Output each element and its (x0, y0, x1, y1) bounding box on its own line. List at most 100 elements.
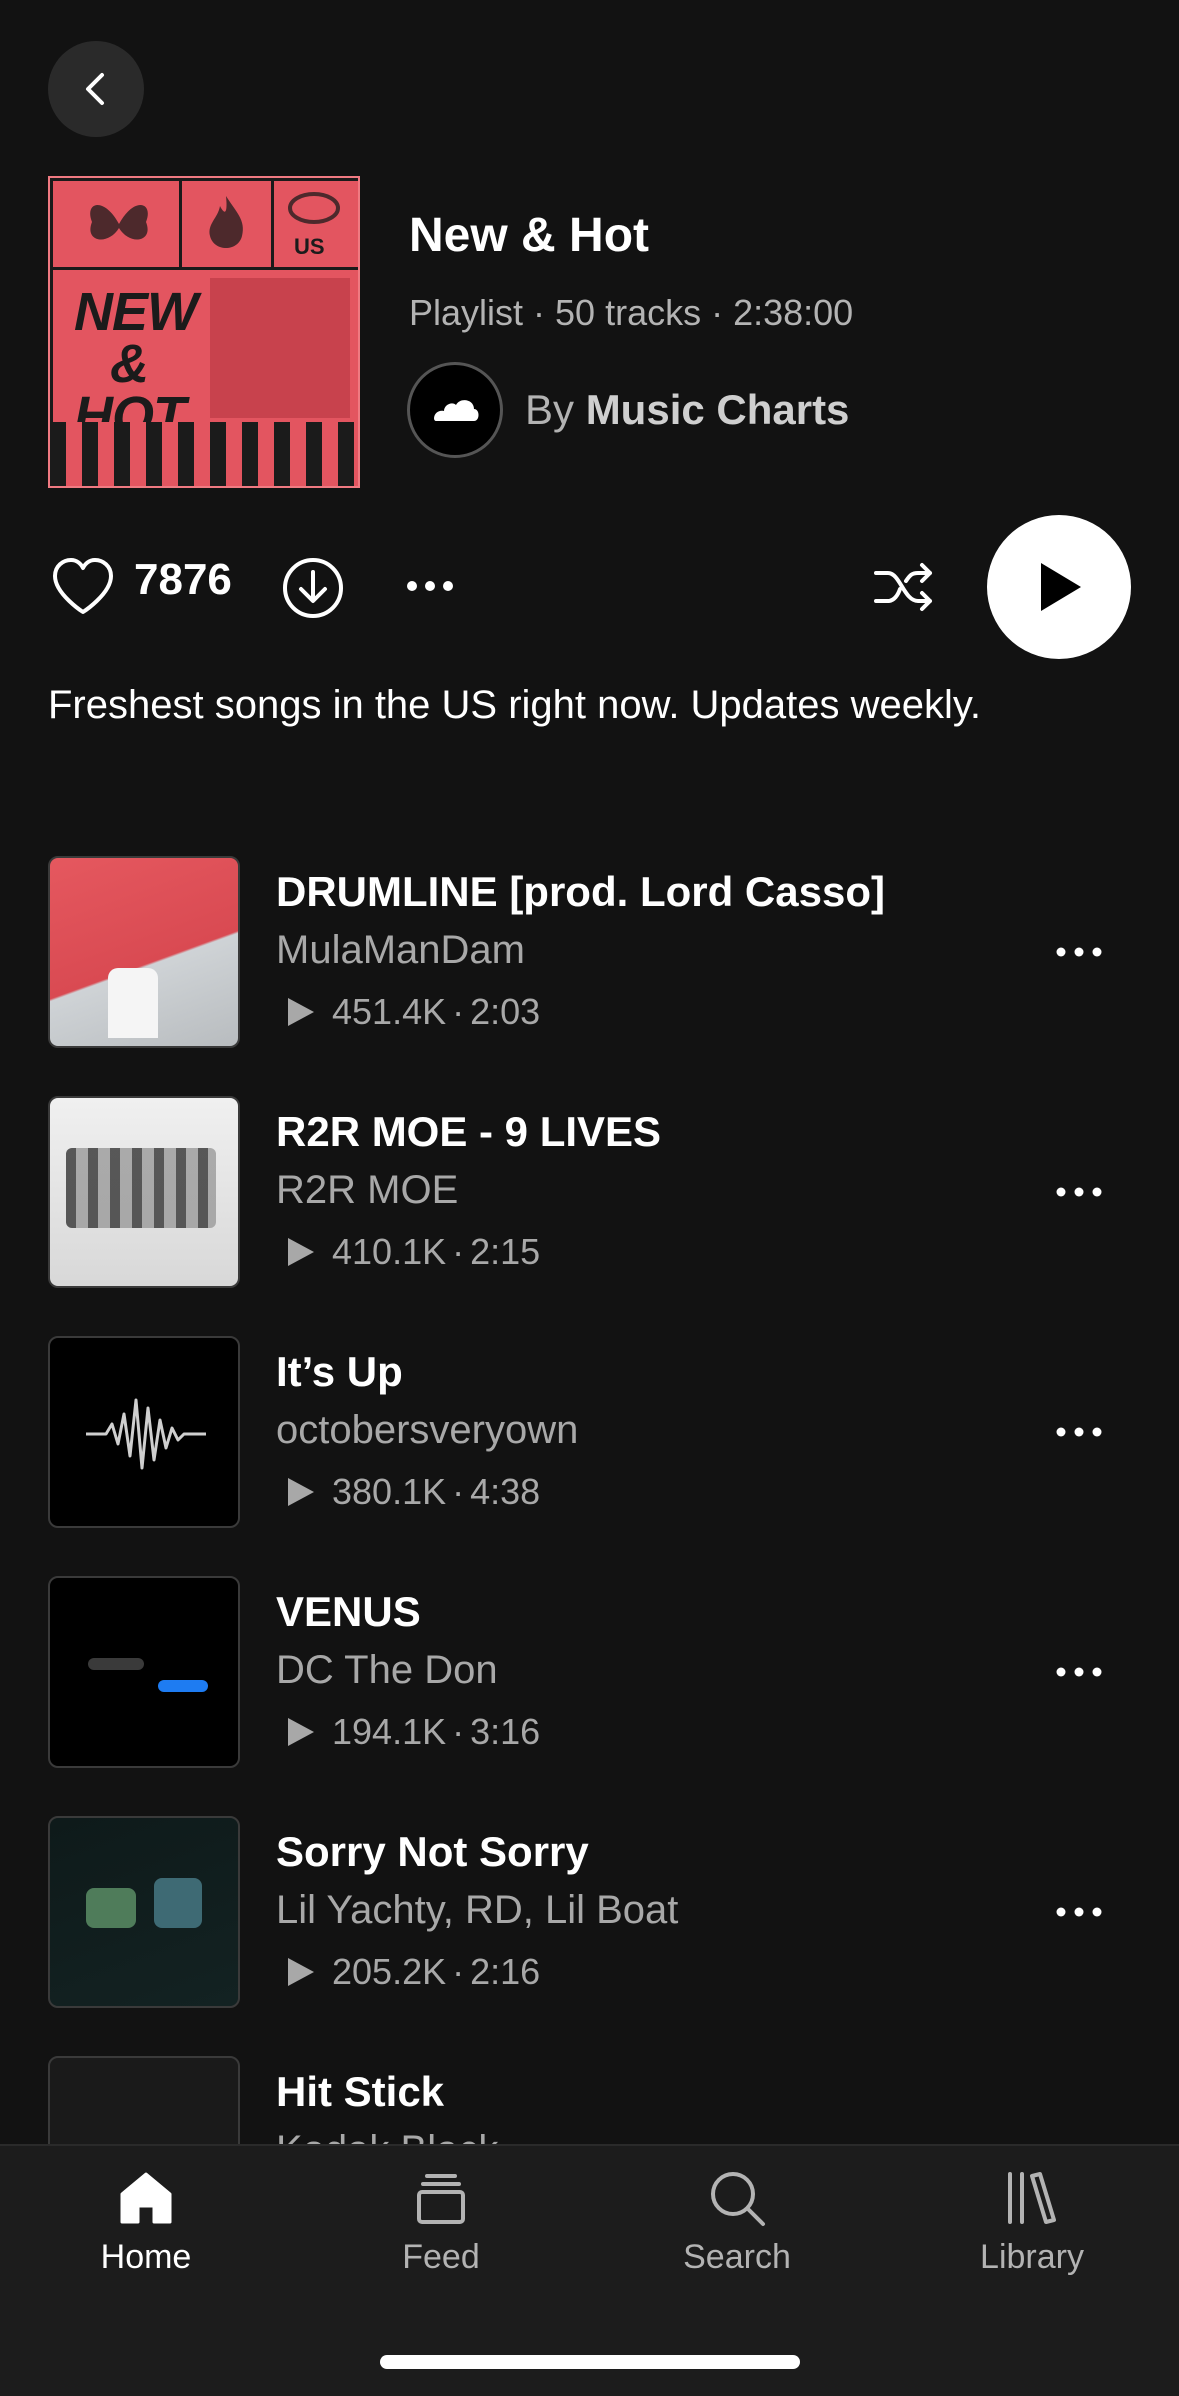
track-row[interactable]: VENUS DC The Don 194.1K · 3:16 (0, 1576, 1179, 1768)
more-dots-icon (1056, 1187, 1102, 1197)
like-button[interactable] (48, 553, 118, 623)
track-length: 2:03 (470, 991, 541, 1032)
more-options-button[interactable] (400, 571, 460, 601)
playlist-cover: US NEW & HOT (48, 176, 360, 488)
track-artist[interactable]: Lil Yachty, RD, Lil Boat (276, 1888, 678, 1933)
back-button[interactable] (48, 41, 144, 137)
separator-dot: · (711, 292, 724, 333)
track-row[interactable]: DRUMLINE [prod. Lord Casso] MulaManDam 4… (0, 856, 1179, 1048)
track-stats: 410.1K · 2:15 (276, 1231, 540, 1273)
download-icon (283, 558, 343, 618)
playlist-type: Playlist (409, 292, 524, 333)
track-title: Hit Stick (276, 2068, 445, 2115)
nav-feed-label: Feed (402, 2238, 480, 2276)
nav-home-label: Home (100, 2238, 192, 2276)
cover-region-label: US (294, 234, 325, 259)
download-button[interactable] (280, 555, 346, 621)
home-indicator (380, 2355, 800, 2369)
nav-home[interactable]: Home (46, 2168, 246, 2277)
play-icon (1041, 563, 1081, 611)
owner-avatar[interactable] (407, 362, 503, 458)
track-title: Sorry Not Sorry (276, 1828, 589, 1875)
track-row[interactable]: R2R MOE - 9 LIVES R2R MOE 410.1K · 2:15 (0, 1096, 1179, 1288)
nav-feed[interactable]: Feed (341, 2168, 541, 2277)
track-stats: 194.1K · 3:16 (276, 1711, 540, 1753)
more-dots-icon (1056, 1427, 1102, 1437)
track-row[interactable]: Hit Stick Kodak Black (0, 2056, 1179, 2146)
artwork-figure (154, 1878, 202, 1928)
track-artist[interactable]: octobersveryown (276, 1408, 578, 1453)
more-dots-icon (1056, 947, 1102, 957)
shuffle-button[interactable] (872, 557, 936, 617)
track-stats: 451.4K · 2:03 (276, 991, 540, 1033)
cover-photo (210, 278, 350, 418)
track-plays: 194.1K (332, 1711, 447, 1752)
track-artwork (48, 1816, 240, 2008)
like-count: 7876 (134, 555, 232, 604)
playlist-description: Freshest songs in the US right now. Upda… (48, 683, 982, 727)
waveform-icon (86, 1398, 206, 1470)
nav-library-label: Library (980, 2238, 1084, 2276)
track-title: VENUS (276, 1588, 421, 1635)
play-count-icon (288, 1238, 314, 1266)
track-more-button[interactable] (1056, 934, 1156, 970)
more-dots-icon (407, 581, 453, 591)
artwork-figure (66, 1148, 216, 1228)
separator-dot: · (452, 1711, 465, 1752)
separator-dot: · (452, 1231, 465, 1272)
track-artwork (48, 1576, 240, 1768)
play-count-icon (288, 1958, 314, 1986)
play-count-icon (288, 1478, 314, 1506)
track-more-button[interactable] (1056, 1414, 1156, 1450)
track-row[interactable]: Sorry Not Sorry Lil Yachty, RD, Lil Boat… (0, 1816, 1179, 2008)
play-button[interactable] (987, 515, 1131, 659)
track-list: DRUMLINE [prod. Lord Casso] MulaManDam 4… (0, 856, 1179, 2146)
search-icon (711, 2172, 765, 2226)
track-stats: 205.2K · 2:16 (276, 1951, 540, 1993)
track-row[interactable]: It’s Up octobersveryown 380.1K · 4:38 (0, 1336, 1179, 1528)
track-artwork (48, 2056, 240, 2146)
nav-library[interactable]: Library (932, 2168, 1132, 2277)
library-icon (1008, 2172, 1056, 2224)
track-artwork (48, 856, 240, 1048)
playlist-title: New & Hot (409, 209, 649, 262)
play-count-icon (288, 998, 314, 1026)
track-artist[interactable]: R2R MOE (276, 1168, 458, 1213)
playlist-meta: Playlist · 50 tracks · 2:38:00 (409, 292, 853, 334)
heart-icon (53, 558, 113, 614)
artwork-message-bubble (158, 1680, 208, 1692)
owner-name[interactable]: Music Charts (586, 386, 850, 433)
track-length: 4:38 (470, 1471, 541, 1512)
nav-search[interactable]: Search (637, 2168, 837, 2277)
track-more-button[interactable] (1056, 1894, 1156, 1930)
soundcloud-cloud-icon (434, 400, 479, 421)
playlist-duration: 2:38:00 (733, 292, 854, 333)
shuffle-icon (874, 563, 932, 611)
nav-search-label: Search (683, 2238, 791, 2276)
separator-dot: · (452, 991, 465, 1032)
track-length: 2:15 (470, 1231, 541, 1272)
more-dots-icon (1056, 1667, 1102, 1677)
track-artist[interactable]: MulaManDam (276, 928, 525, 973)
more-dots-icon (1056, 1907, 1102, 1917)
by-label: By (525, 386, 575, 433)
playlist-track-count: 50 tracks (555, 292, 702, 333)
track-plays: 410.1K (332, 1231, 447, 1272)
track-more-button[interactable] (1056, 1654, 1156, 1690)
track-artwork (48, 1336, 240, 1528)
feed-icon (417, 2174, 465, 2224)
separator-dot: · (533, 292, 546, 333)
track-length: 2:16 (470, 1951, 541, 1992)
track-more-button[interactable] (1056, 1174, 1156, 1210)
play-count-icon (288, 1718, 314, 1746)
flame-icon (209, 196, 243, 248)
track-plays: 205.2K (332, 1951, 447, 1992)
track-artist[interactable]: DC The Don (276, 1648, 498, 1693)
cover-title-text: NEW & HOT (74, 282, 198, 446)
separator-dot: · (452, 1471, 465, 1512)
butterfly-icon (90, 204, 148, 240)
owner-row[interactable]: By Music Charts (407, 362, 849, 458)
cover-checker-pattern (50, 422, 358, 486)
chevron-left-icon (86, 73, 104, 105)
separator-dot: · (452, 1951, 465, 1992)
